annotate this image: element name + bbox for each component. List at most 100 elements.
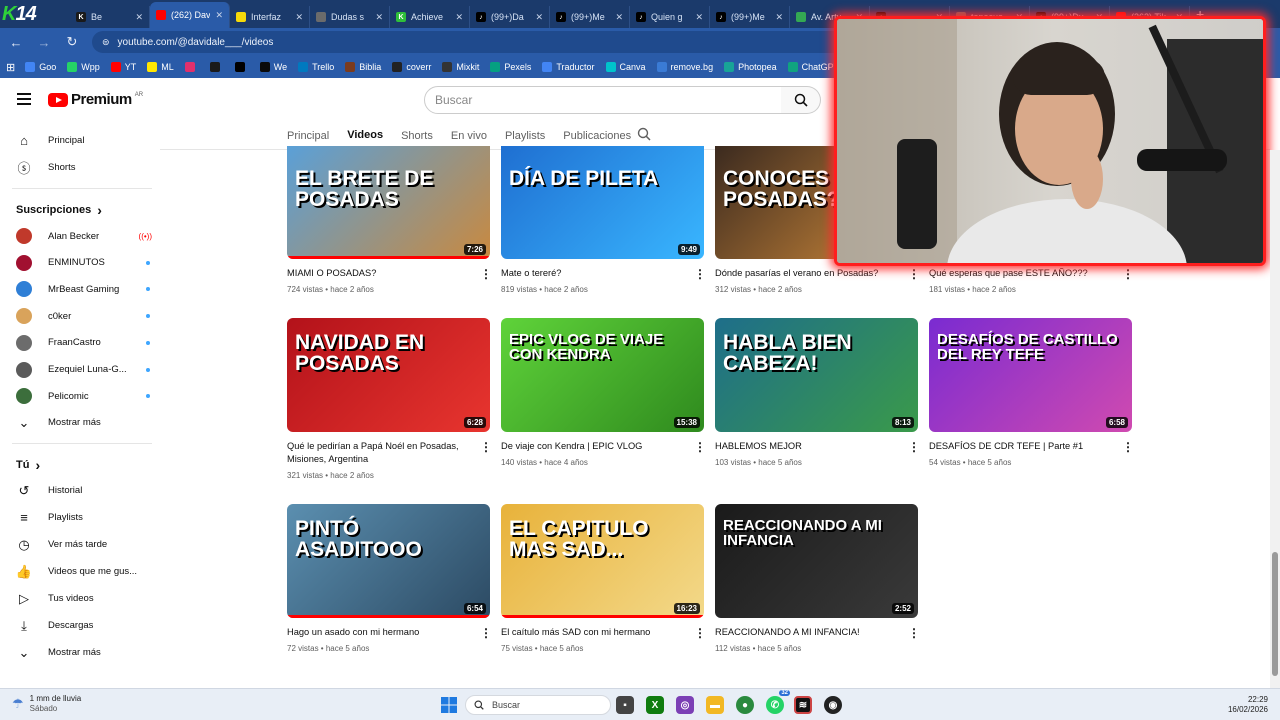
bookmark-item[interactable]: Photopea bbox=[724, 62, 777, 72]
url-field[interactable]: ⊜ youtube.com/@davidale___/videos bbox=[92, 31, 852, 53]
menu-icon[interactable] bbox=[17, 93, 31, 108]
bookmark-item[interactable]: YT bbox=[110, 62, 136, 72]
more-options-icon[interactable]: ⋮ bbox=[908, 440, 920, 454]
more-options-icon[interactable]: ⋮ bbox=[480, 267, 492, 281]
browser-tab[interactable]: Interfaz ✕ bbox=[230, 6, 310, 28]
video-thumbnail[interactable]: EPIC VLOG DE VIAJE CON KENDRA 15:38 bbox=[501, 318, 704, 432]
bookmark-item[interactable]: Canva bbox=[605, 62, 646, 72]
browser-tab[interactable]: K Achieve ✕ bbox=[390, 6, 470, 28]
subscription-item[interactable]: ENMINUTOS bbox=[16, 253, 156, 273]
search-button[interactable] bbox=[781, 86, 821, 114]
task-view-icon[interactable]: ▪ bbox=[616, 696, 634, 714]
more-options-icon[interactable]: ⋮ bbox=[694, 440, 706, 454]
video-thumbnail[interactable]: EL BRETE DE POSADAS 7:26 bbox=[287, 146, 490, 259]
tab-close-icon[interactable]: ✕ bbox=[615, 12, 623, 23]
apps-grid-icon[interactable]: ⊞ bbox=[6, 61, 15, 74]
tab-close-icon[interactable]: ✕ bbox=[375, 12, 383, 23]
sidebar-item[interactable]: ⤓ Descargas bbox=[16, 616, 156, 636]
chrome-icon[interactable]: ● bbox=[736, 696, 754, 714]
windows-start-icon[interactable] bbox=[440, 696, 458, 714]
bookmark-item[interactable]: coverr bbox=[392, 62, 431, 72]
tab-close-icon[interactable]: ✕ bbox=[535, 12, 543, 23]
more-options-icon[interactable]: ⋮ bbox=[1122, 267, 1134, 281]
you-heading[interactable]: Tú › bbox=[16, 457, 40, 473]
video-title[interactable]: HABLEMOS MEJOR bbox=[715, 440, 895, 453]
tab-close-icon[interactable]: ✕ bbox=[775, 12, 783, 23]
subscription-item[interactable]: Ezequiel Luna-G... bbox=[16, 360, 156, 380]
more-options-icon[interactable]: ⋮ bbox=[480, 626, 492, 640]
browser-tab[interactable]: ♪ (99+)Da ✕ bbox=[470, 6, 550, 28]
more-options-icon[interactable]: ⋮ bbox=[480, 440, 492, 454]
bookmark-item[interactable]: ML bbox=[147, 62, 174, 72]
subscription-item[interactable]: FraanCastro bbox=[16, 333, 156, 353]
bookmark-item[interactable]: Mixkit bbox=[442, 62, 479, 72]
video-thumbnail[interactable]: REACCIONANDO A MI INFANCIA 2:52 bbox=[715, 504, 918, 618]
taskbar-search[interactable]: Buscar bbox=[465, 695, 611, 715]
video-thumbnail[interactable]: NAVIDAD EN POSADAS 6:28 bbox=[287, 318, 490, 432]
scrollbar-thumb[interactable] bbox=[1272, 552, 1278, 676]
file-explorer-icon[interactable]: ▬ bbox=[706, 696, 724, 714]
site-info-icon[interactable]: ⊜ bbox=[102, 37, 110, 48]
browser-tab[interactable]: ♪ (99+)Me ✕ bbox=[550, 6, 630, 28]
browser-tab[interactable]: K Be ✕ bbox=[70, 6, 150, 28]
capcut-icon[interactable]: ≋ bbox=[794, 696, 812, 714]
bookmark-item[interactable] bbox=[184, 62, 199, 72]
bookmark-item[interactable] bbox=[234, 62, 249, 72]
browser-tab[interactable]: ♪ Quien g ✕ bbox=[630, 6, 710, 28]
sidebar-item[interactable]: 👍 Videos que me gus... bbox=[16, 562, 156, 582]
video-title[interactable]: De viaje con Kendra | EPIC VLOG bbox=[501, 440, 681, 453]
app-icon[interactable]: ◎ bbox=[676, 696, 694, 714]
subscription-item[interactable]: MrBeast Gaming bbox=[16, 279, 156, 299]
video-title[interactable]: El caítulo más SAD con mi hermano bbox=[501, 626, 681, 639]
sidebar-item[interactable]: ↺ Historial bbox=[16, 481, 156, 501]
forward-icon[interactable]: → bbox=[36, 35, 52, 50]
tab-close-icon[interactable]: ✕ bbox=[455, 12, 463, 23]
channel-search-icon[interactable] bbox=[637, 127, 651, 141]
video-title[interactable]: Dónde pasarías el verano en Posadas? bbox=[715, 267, 895, 280]
browser-tab[interactable]: (262) Dav ✕ bbox=[150, 2, 230, 28]
page-scrollbar[interactable] bbox=[1270, 150, 1280, 688]
youtube-premium-logo[interactable]: Premium AR bbox=[48, 91, 143, 108]
more-options-icon[interactable]: ⋮ bbox=[1122, 440, 1134, 454]
sidebar-item[interactable]: ▷ Tus videos bbox=[16, 589, 156, 609]
sidebar-item[interactable]: ◷ Ver más tarde bbox=[16, 535, 156, 555]
weather-widget[interactable]: ☂ 1 mm de lluvia Sábado bbox=[12, 694, 81, 714]
bookmark-item[interactable]: ChatGPT bbox=[787, 62, 839, 72]
tab-close-icon[interactable]: ✕ bbox=[215, 10, 223, 21]
reload-icon[interactable]: ↻ bbox=[64, 34, 80, 50]
bookmark-item[interactable]: Goo bbox=[25, 62, 56, 72]
video-title[interactable]: Qué esperas que pase ESTE AÑO??? bbox=[929, 267, 1109, 280]
more-options-icon[interactable]: ⋮ bbox=[908, 626, 920, 640]
more-options-icon[interactable]: ⋮ bbox=[694, 626, 706, 640]
subscription-item[interactable]: c0ker bbox=[16, 306, 156, 326]
whatsapp-icon[interactable]: ✆ 32 bbox=[766, 690, 790, 714]
tab-close-icon[interactable]: ✕ bbox=[695, 12, 703, 23]
video-title[interactable]: Mate o tereré? bbox=[501, 267, 681, 280]
video-thumbnail[interactable]: HABLA BIEN CABEZA! 8:13 bbox=[715, 318, 918, 432]
video-title[interactable]: DESAFÍOS DE CDR TEFE | Parte #1 bbox=[929, 440, 1109, 453]
browser-tab[interactable]: Dudas s ✕ bbox=[310, 6, 390, 28]
video-thumbnail[interactable]: DESAFÍOS DE CASTILLO DEL REY TEFE 6:58 bbox=[929, 318, 1132, 432]
bookmark-item[interactable]: remove.bg bbox=[656, 62, 713, 72]
video-thumbnail[interactable]: DÍA DE PILETA 9:49 bbox=[501, 146, 704, 259]
more-options-icon[interactable]: ⋮ bbox=[908, 267, 920, 281]
search-input[interactable]: Buscar bbox=[424, 86, 782, 114]
bookmark-item[interactable] bbox=[209, 62, 224, 72]
subscription-item[interactable]: Alan Becker ((•)) bbox=[16, 226, 156, 246]
tab-close-icon[interactable]: ✕ bbox=[135, 12, 143, 23]
sidebar-item[interactable]: ⌂ Principal bbox=[16, 130, 156, 150]
sidebar-item[interactable]: ⓢ Shorts bbox=[16, 157, 156, 177]
xbox-icon[interactable]: X bbox=[646, 696, 664, 714]
bookmark-item[interactable]: Traductor bbox=[542, 62, 595, 72]
video-title[interactable]: MIAMI O POSADAS? bbox=[287, 267, 467, 280]
bookmark-item[interactable]: Wpp bbox=[67, 62, 100, 72]
browser-tab[interactable]: ♪ (99+)Me ✕ bbox=[710, 6, 790, 28]
obs-icon[interactable]: ◉ bbox=[824, 696, 842, 714]
subscriptions-heading[interactable]: Suscripciones › bbox=[16, 202, 102, 218]
back-icon[interactable]: ← bbox=[8, 35, 24, 50]
bookmark-item[interactable]: Biblia bbox=[345, 62, 381, 72]
show-more-subscriptions[interactable]: ⌄ Mostrar más bbox=[16, 413, 156, 433]
show-more-you[interactable]: ⌄ Mostrar más bbox=[16, 643, 156, 663]
subscription-item[interactable]: Pelicomic bbox=[16, 386, 156, 406]
tab-close-icon[interactable]: ✕ bbox=[295, 12, 303, 23]
